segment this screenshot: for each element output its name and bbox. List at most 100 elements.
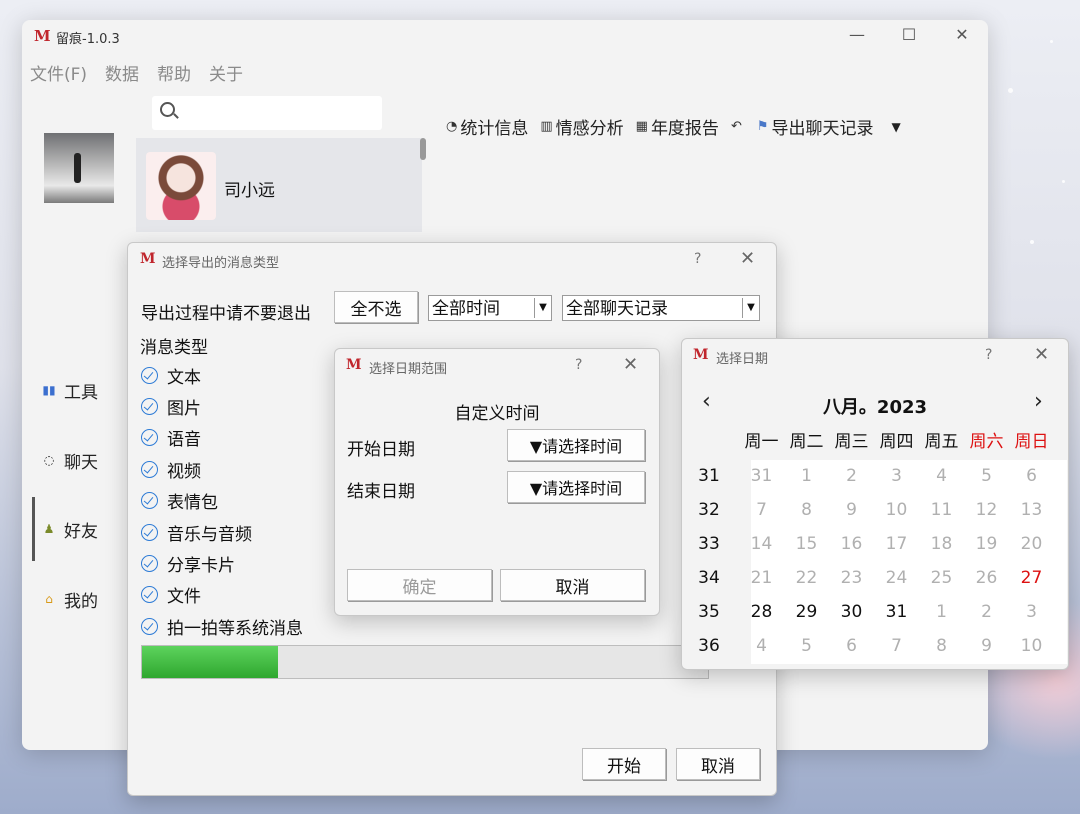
help-button[interactable]: ?: [575, 357, 582, 373]
calendar-day[interactable]: 20: [1009, 529, 1054, 563]
ok-button[interactable]: 确定: [347, 569, 492, 601]
toolbar-more-dropdown[interactable]: ▼: [892, 120, 901, 134]
close-icon[interactable]: ✕: [1034, 344, 1049, 365]
sentiment-button[interactable]: ▥ 情感分析: [540, 114, 623, 139]
contact-name: 司小远: [224, 181, 275, 201]
calendar-day[interactable]: 31: [739, 461, 784, 495]
nav-friends[interactable]: ♟ 好友: [32, 497, 129, 561]
calendar-day[interactable]: 27: [1009, 563, 1054, 597]
nav-me[interactable]: ⌂ 我的: [34, 579, 129, 619]
calendar-day[interactable]: 5: [964, 461, 1009, 495]
calendar-day[interactable]: 25: [919, 563, 964, 597]
menu-file[interactable]: 文件(F): [30, 60, 87, 85]
menu-help[interactable]: 帮助: [157, 60, 191, 85]
calendar-day[interactable]: 24: [874, 563, 919, 597]
check-voice[interactable]: 语音: [141, 425, 201, 450]
check-system[interactable]: 拍一拍等系统消息: [141, 614, 303, 639]
calendar-day[interactable]: 6: [829, 631, 874, 665]
calendar-day[interactable]: 26: [964, 563, 1009, 597]
calendar-day[interactable]: 22: [784, 563, 829, 597]
menu-about[interactable]: 关于: [209, 60, 243, 85]
calendar-day[interactable]: 28: [739, 597, 784, 631]
check-share-card[interactable]: 分享卡片: [141, 551, 235, 576]
close-icon[interactable]: ✕: [740, 248, 755, 269]
calendar-day[interactable]: 14: [739, 529, 784, 563]
calendar-day[interactable]: 3: [1009, 597, 1054, 631]
nav-tools[interactable]: ▮▮ 工具: [34, 370, 129, 410]
check-music[interactable]: 音乐与音频: [141, 520, 252, 545]
calendar-day[interactable]: 4: [739, 631, 784, 665]
cancel-button[interactable]: 取消: [500, 569, 645, 601]
calendar-day[interactable]: 21: [739, 563, 784, 597]
calendar-day[interactable]: 12: [964, 495, 1009, 529]
calendar-month-label[interactable]: 八月。2023: [682, 393, 1068, 419]
cancel-button[interactable]: 取消: [676, 748, 760, 780]
contact-scrollbar[interactable]: [420, 138, 426, 160]
record-scope-select[interactable]: 全部聊天记录 ▼: [562, 295, 760, 321]
calendar-day[interactable]: 10: [1009, 631, 1054, 665]
time-range-select[interactable]: 全部时间 ▼: [428, 295, 552, 321]
calendar-day[interactable]: 10: [874, 495, 919, 529]
calendar-day[interactable]: 6: [1009, 461, 1054, 495]
calendar-day[interactable]: 19: [964, 529, 1009, 563]
close-icon[interactable]: ✕: [947, 25, 977, 44]
calendar-day[interactable]: 9: [964, 631, 1009, 665]
calendar-weekday-header: 周五: [924, 432, 959, 452]
search-input[interactable]: [182, 102, 376, 124]
calendar-day[interactable]: 2: [964, 597, 1009, 631]
calendar-day[interactable]: 17: [874, 529, 919, 563]
calendar-day[interactable]: 3: [874, 461, 919, 495]
help-button[interactable]: ?: [985, 347, 992, 363]
calendar-day[interactable]: 30: [829, 597, 874, 631]
calendar-day[interactable]: 8: [919, 631, 964, 665]
app-logo-icon: M: [140, 251, 156, 267]
pie-chart-icon: ◔: [446, 119, 458, 134]
calendar-day[interactable]: 7: [874, 631, 919, 665]
check-label: 图片: [167, 399, 201, 419]
check-label: 文件: [167, 587, 201, 607]
avatar[interactable]: [44, 133, 114, 203]
calendar-day[interactable]: 13: [1009, 495, 1054, 529]
calendar-day[interactable]: 8: [784, 495, 829, 529]
help-button[interactable]: ?: [694, 251, 701, 267]
check-image[interactable]: 图片: [141, 394, 201, 419]
stats-button[interactable]: ◔ 统计信息: [446, 114, 528, 139]
calendar-day[interactable]: 1: [784, 461, 829, 495]
calendar-day[interactable]: 18: [919, 529, 964, 563]
end-date-button[interactable]: ▼请选择时间: [507, 471, 645, 503]
calendar-day[interactable]: 5: [784, 631, 829, 665]
export-button[interactable]: ⚑ 导出聊天记录: [757, 114, 874, 139]
menu-data[interactable]: 数据: [105, 60, 139, 85]
check-emoji[interactable]: 表情包: [141, 488, 218, 513]
export-label: 导出聊天记录: [771, 119, 874, 139]
start-date-button[interactable]: ▼请选择时间: [507, 429, 645, 461]
calendar-day[interactable]: 11: [919, 495, 964, 529]
close-icon[interactable]: ✕: [623, 354, 638, 375]
minimize-icon[interactable]: —: [842, 25, 872, 44]
calendar-day[interactable]: 16: [829, 529, 874, 563]
check-text[interactable]: 文本: [141, 363, 201, 388]
calendar-day[interactable]: 1: [919, 597, 964, 631]
calendar-day[interactable]: 9: [829, 495, 874, 529]
search-icon: [160, 102, 175, 117]
calendar-day[interactable]: 2: [829, 461, 874, 495]
check-video[interactable]: 视频: [141, 457, 201, 482]
check-label: 表情包: [167, 493, 218, 513]
start-button[interactable]: 开始: [582, 748, 666, 780]
calendar-day[interactable]: 7: [739, 495, 784, 529]
select-none-button[interactable]: 全不选: [334, 291, 418, 323]
calendar-day[interactable]: 23: [829, 563, 874, 597]
calendar-day[interactable]: 31: [874, 597, 919, 631]
progress-fill: [142, 646, 278, 678]
back-button[interactable]: ↶: [731, 119, 745, 134]
contact-list-item[interactable]: 司小远: [136, 138, 422, 232]
app-logo-icon: M: [693, 347, 709, 363]
maximize-icon[interactable]: ☐: [894, 25, 924, 44]
calendar-day[interactable]: 29: [784, 597, 829, 631]
annual-report-button[interactable]: ▦ 年度报告: [636, 114, 719, 139]
nav-chat[interactable]: ◌ 聊天: [34, 440, 129, 480]
calendar-weekday-header: 周四: [879, 432, 914, 452]
check-file[interactable]: 文件: [141, 582, 201, 607]
calendar-day[interactable]: 4: [919, 461, 964, 495]
calendar-day[interactable]: 15: [784, 529, 829, 563]
